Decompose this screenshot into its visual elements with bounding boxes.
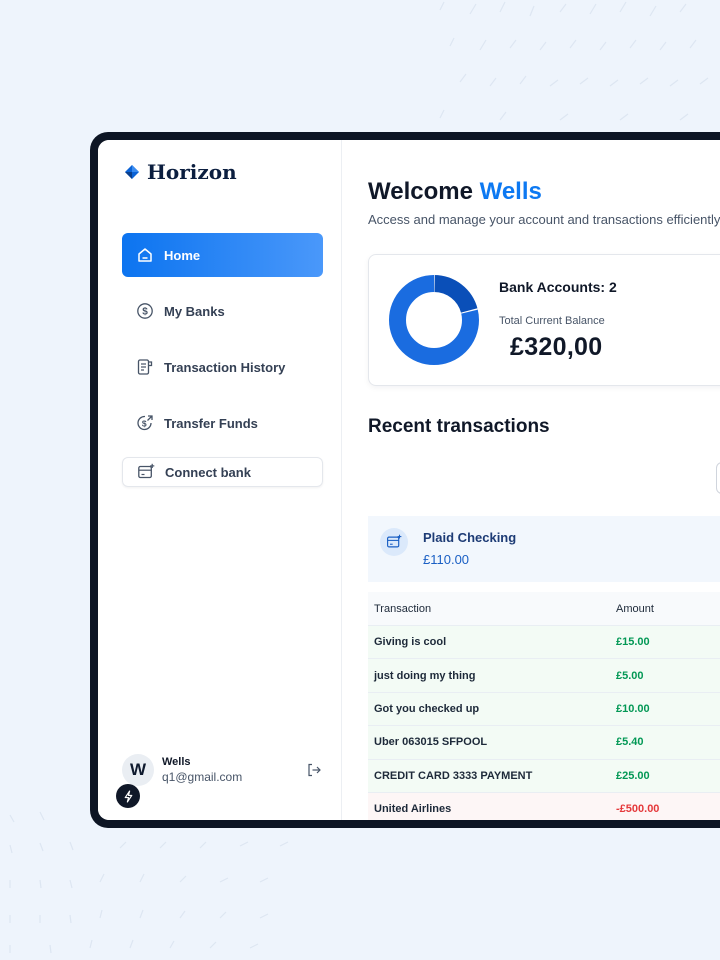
main-content: Welcome Wells Access and manage your acc…: [343, 140, 720, 820]
bank-accounts-count: Bank Accounts: 2: [499, 279, 617, 295]
sidebar-item-label: Transaction History: [164, 359, 286, 375]
transaction-name: Giving is cool: [374, 636, 447, 649]
bank-name: Plaid Checking: [423, 530, 517, 545]
sidebar-item-my-banks[interactable]: $ My Banks: [122, 289, 323, 333]
transactions-table: Transaction Amount Giving is cool £15.00…: [368, 592, 720, 820]
logo[interactable]: Horizon: [124, 160, 237, 184]
transaction-amount: £25.00: [616, 769, 650, 782]
table-header: Transaction Amount: [368, 592, 720, 626]
column-header-amount: Amount: [616, 602, 654, 615]
table-row[interactable]: Giving is cool £15.00: [368, 626, 720, 660]
table-row[interactable]: Uber 063015 SFPOOL £5.40: [368, 726, 720, 760]
user-name: Wells: [162, 756, 191, 768]
transaction-name: CREDIT CARD 3333 PAYMENT: [374, 769, 533, 782]
card-add-icon: [138, 463, 155, 479]
transaction-name: just doing my thing: [374, 669, 476, 682]
transaction-amount: £5.00: [616, 669, 644, 682]
column-header-transaction: Transaction: [374, 602, 432, 615]
welcome-name: Wells: [479, 178, 542, 205]
transaction-amount: £10.00: [616, 702, 650, 715]
bank-card-icon: [380, 528, 408, 556]
view-all-button[interactable]: [716, 462, 720, 494]
connect-bank-button[interactable]: Connect bank: [122, 457, 323, 487]
logout-icon[interactable]: [306, 762, 322, 778]
receipt-icon: [137, 359, 153, 375]
home-icon: [138, 248, 152, 262]
svg-text:$: $: [142, 307, 148, 318]
transaction-name: Uber 063015 SFPOOL: [374, 736, 488, 749]
user-profile[interactable]: W Wells q1@gmail.com: [122, 750, 322, 790]
transaction-amount: £5.40: [616, 736, 644, 749]
device-frame: Horizon Home $ My Banks Transaction Hist…: [90, 132, 720, 828]
app-screen: Horizon Home $ My Banks Transaction Hist…: [98, 140, 720, 820]
bank-info-card[interactable]: Plaid Checking £110.00: [368, 516, 720, 582]
horizon-logo-icon: [125, 165, 139, 179]
sidebar-item-transaction-history[interactable]: Transaction History: [122, 345, 323, 389]
recent-transactions-title: Recent transactions: [368, 416, 550, 437]
balance-card: Bank Accounts: 2 Total Current Balance £…: [368, 254, 720, 386]
page-subtitle: Access and manage your account and trans…: [368, 212, 720, 227]
avatar: W: [122, 754, 154, 786]
transaction-amount: £15.00: [616, 636, 650, 649]
bank-amount: £110.00: [423, 552, 470, 567]
dollar-circle-icon: $: [137, 303, 153, 319]
sidebar-item-transfer-funds[interactable]: $ Transfer Funds: [122, 401, 323, 445]
sidebar-item-home[interactable]: Home: [122, 233, 323, 277]
sidebar-item-label: Transfer Funds: [164, 415, 258, 431]
app-name: Horizon: [147, 160, 237, 184]
lightning-icon: [124, 789, 132, 803]
transaction-name: Got you checked up: [374, 702, 480, 715]
total-balance-value: £320,00: [510, 333, 603, 361]
user-email: q1@gmail.com: [162, 770, 243, 784]
table-row[interactable]: just doing my thing £5.00: [368, 659, 720, 693]
connect-bank-label: Connect bank: [165, 464, 251, 480]
table-row[interactable]: Got you checked up £10.00: [368, 692, 720, 727]
transaction-name: United Airlines: [374, 803, 452, 816]
sidebar: Horizon Home $ My Banks Transaction Hist…: [98, 140, 342, 820]
table-row[interactable]: United Airlines -£500.00: [368, 792, 720, 820]
welcome-prefix: Welcome: [368, 178, 473, 205]
transaction-amount: -£500.00: [616, 803, 660, 816]
money-send-icon: $: [137, 415, 153, 431]
page-title: Welcome Wells: [368, 178, 542, 206]
bolt-badge-button[interactable]: [116, 784, 140, 808]
sidebar-item-label: Home: [164, 247, 201, 263]
sidebar-item-label: My Banks: [164, 303, 225, 319]
balance-donut-chart: [389, 275, 479, 365]
table-row[interactable]: CREDIT CARD 3333 PAYMENT £25.00: [368, 759, 720, 793]
svg-text:$: $: [142, 418, 147, 428]
total-balance-label: Total Current Balance: [499, 315, 605, 327]
